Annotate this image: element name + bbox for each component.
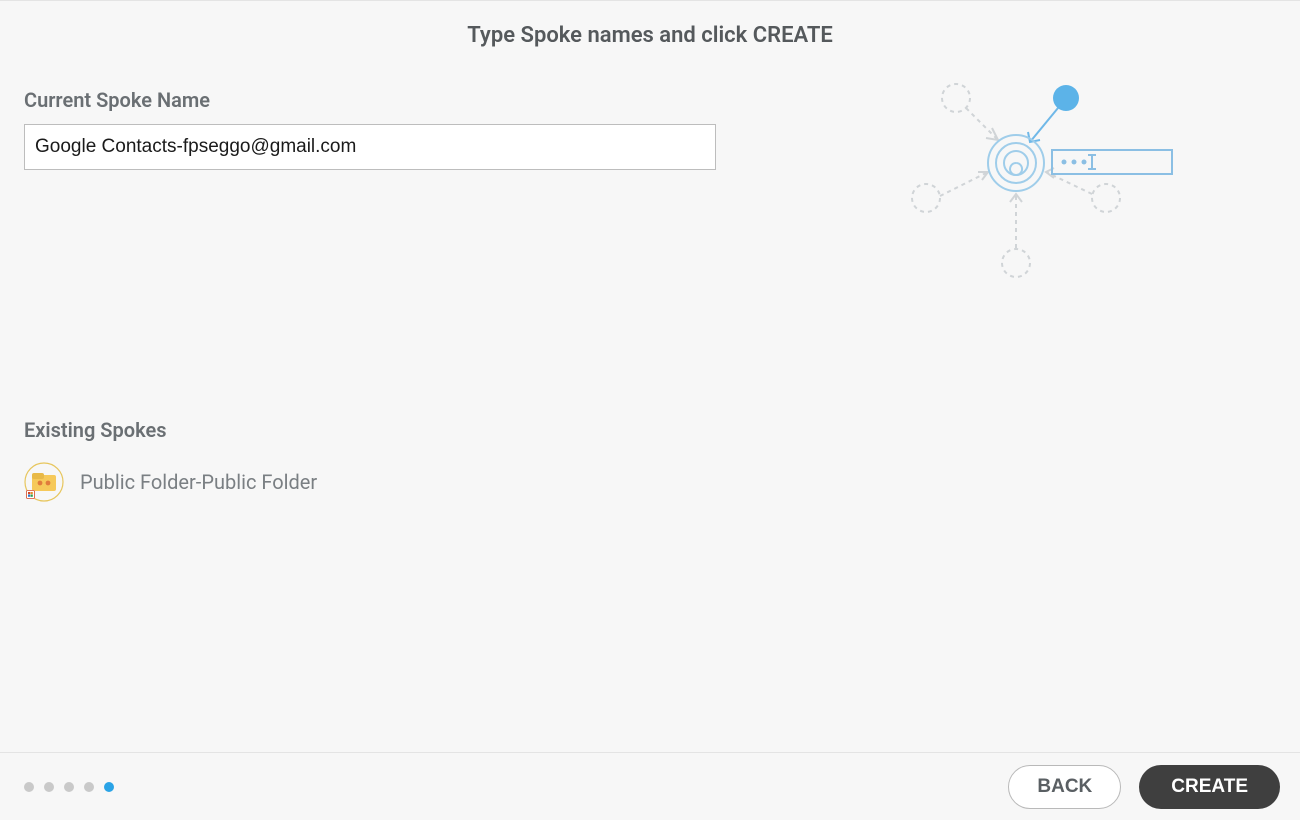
current-spoke-input[interactable] bbox=[24, 124, 716, 170]
back-button[interactable]: BACK bbox=[1008, 765, 1121, 809]
step-dot-4 bbox=[84, 782, 94, 792]
public-folder-icon bbox=[24, 462, 64, 502]
existing-spoke-item: Public Folder-Public Folder bbox=[24, 462, 856, 502]
step-dot-3 bbox=[64, 782, 74, 792]
step-dot-1 bbox=[24, 782, 34, 792]
current-spoke-label: Current Spoke Name bbox=[24, 88, 856, 112]
wizard-footer: BACK CREATE bbox=[0, 752, 1300, 820]
step-dot-5 bbox=[104, 782, 114, 792]
step-dot-2 bbox=[44, 782, 54, 792]
spoke-illustration-icon bbox=[906, 68, 1206, 298]
existing-spoke-label: Public Folder-Public Folder bbox=[80, 470, 317, 494]
existing-spokes-title: Existing Spokes bbox=[24, 418, 856, 442]
create-button[interactable]: CREATE bbox=[1139, 765, 1280, 809]
page-header: Type Spoke names and click CREATE bbox=[0, 1, 1300, 48]
page-title: Type Spoke names and click CREATE bbox=[0, 23, 1300, 48]
step-indicator bbox=[24, 782, 114, 792]
